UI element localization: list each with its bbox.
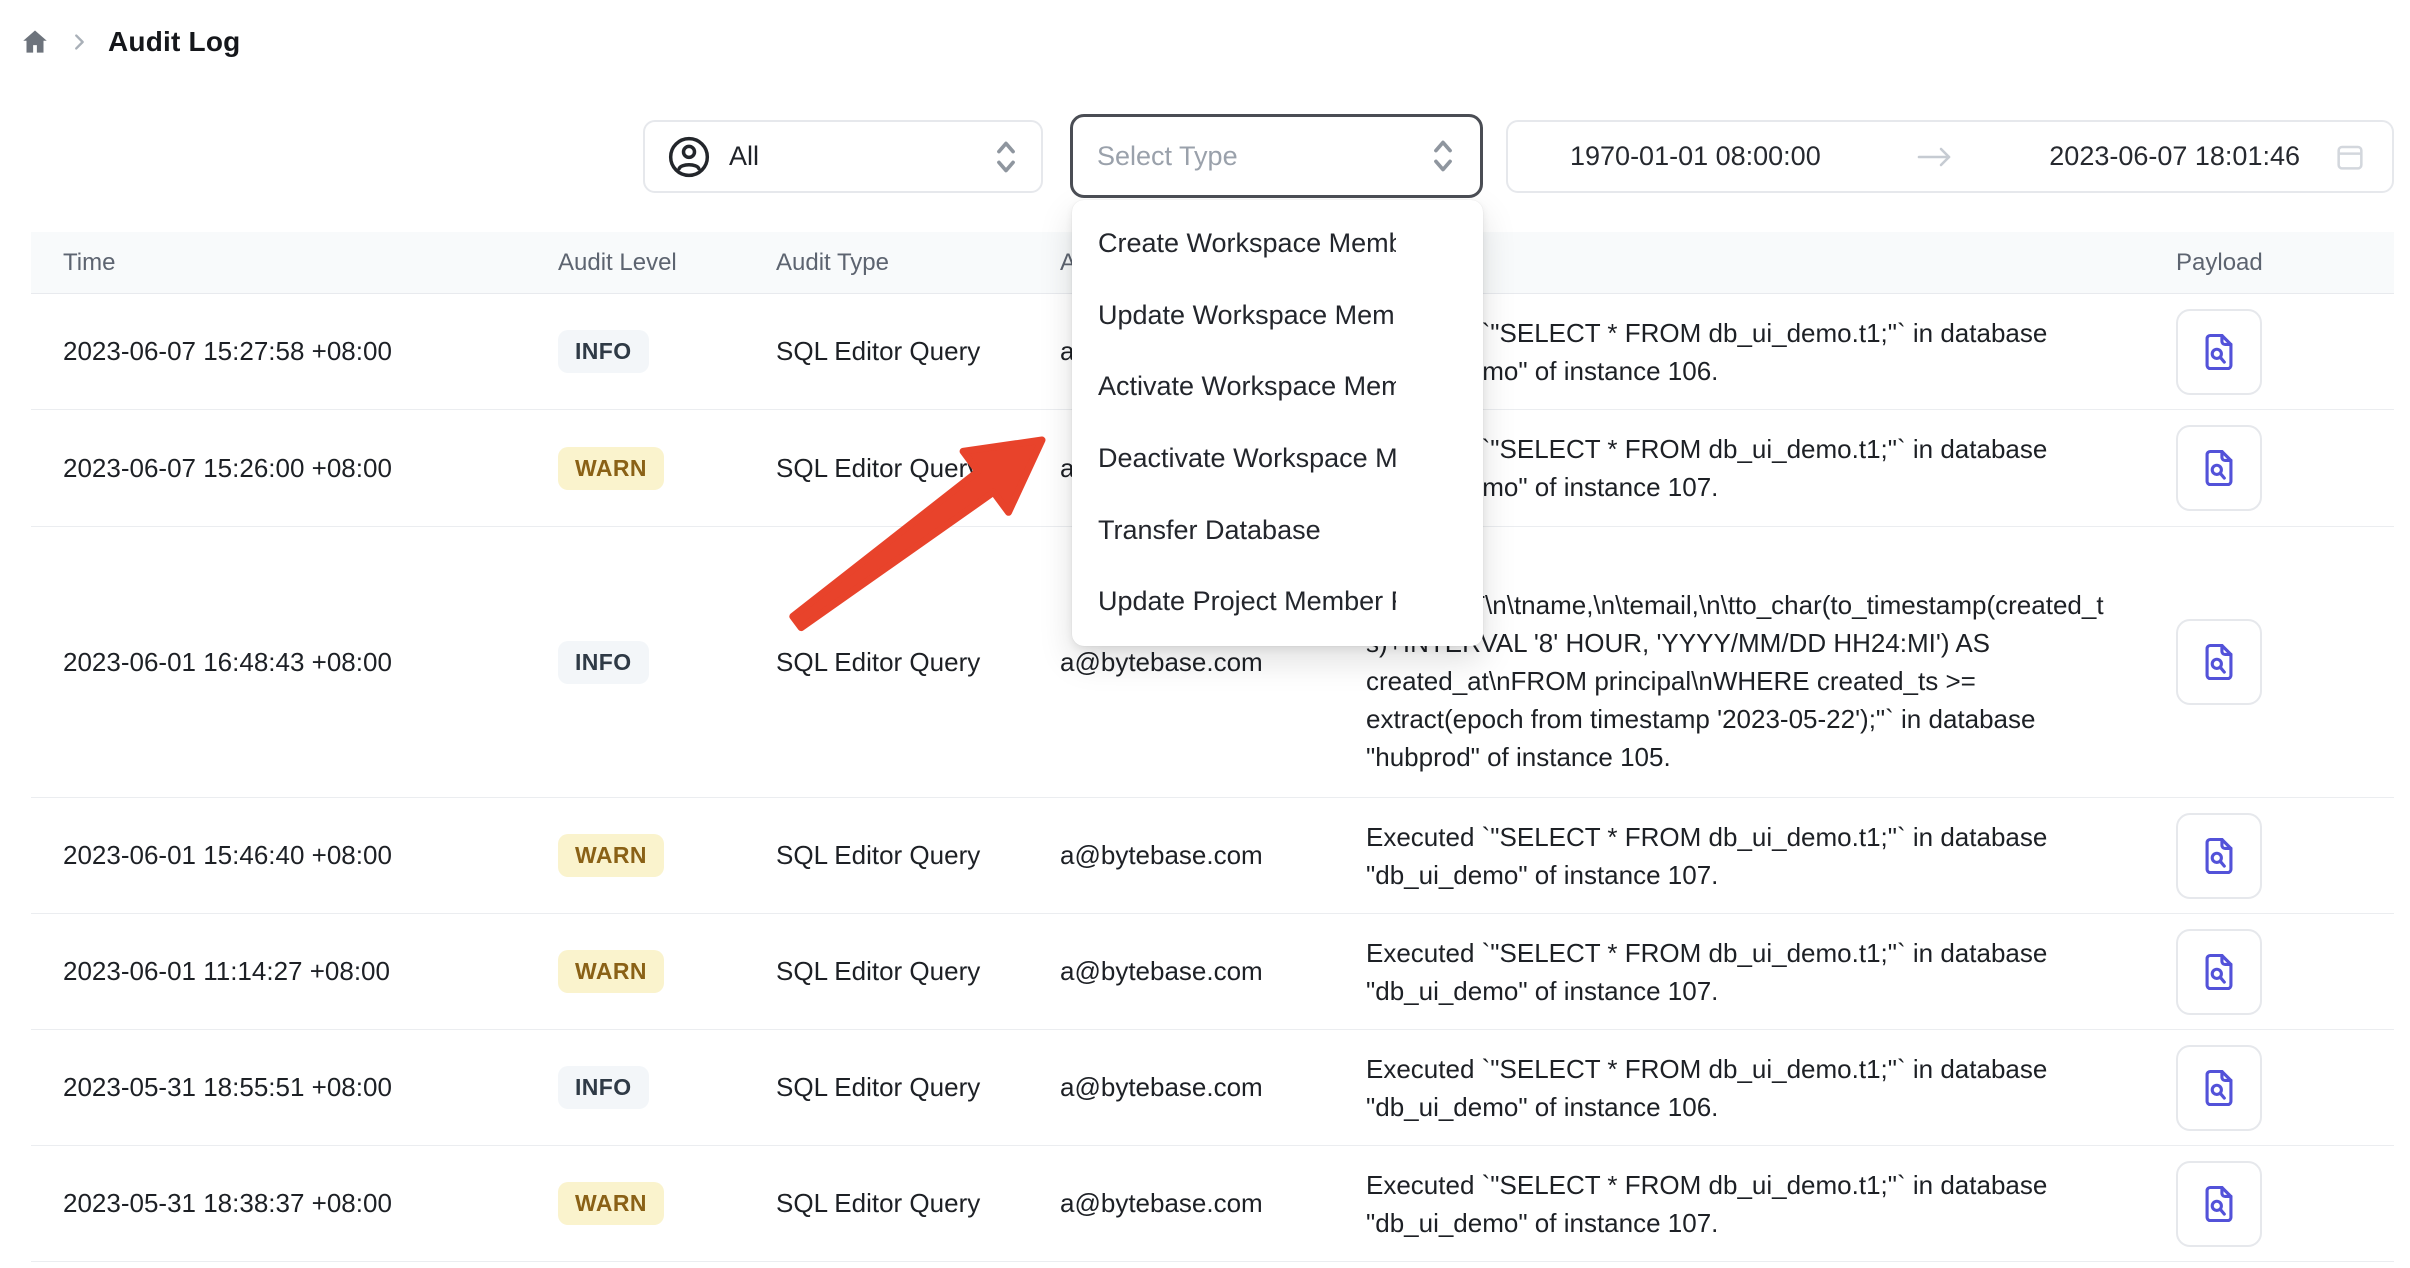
time-cell: 2023-06-01 11:14:27 +08:00 xyxy=(63,956,558,987)
column-header-audit-type: Audit Type xyxy=(776,249,1060,277)
file-search-icon xyxy=(2197,948,2241,996)
menu-item-deactivate-workspace-member[interactable]: Deactivate Workspace Member xyxy=(1072,423,1483,495)
audit-level-badge: INFO xyxy=(558,641,649,684)
up-down-chevrons-icon xyxy=(993,137,1019,177)
page-title: Audit Log xyxy=(108,26,240,58)
audit-level-badge: WARN xyxy=(558,447,664,490)
view-payload-button[interactable] xyxy=(2176,1161,2262,1247)
file-search-icon xyxy=(2197,444,2241,492)
view-payload-button[interactable] xyxy=(2176,813,2262,899)
table-row: 2023-06-01 15:46:40 +08:00 WARN SQL Edit… xyxy=(31,798,2394,914)
audit-type-cell: SQL Editor Query xyxy=(776,1072,1060,1103)
time-cell: 2023-05-31 18:55:51 +08:00 xyxy=(63,1072,558,1103)
comment-cell: Executed `"SELECT * FROM db_ui_demo.t1;"… xyxy=(1366,1166,2126,1242)
table-row: 2023-06-01 11:14:27 +08:00 WARN SQL Edit… xyxy=(31,914,2394,1030)
actor-cell: a@bytebase.com xyxy=(1060,840,1366,871)
actor-filter-value: All xyxy=(729,141,975,172)
menu-item-update-project-member-role[interactable]: Update Project Member Role xyxy=(1072,566,1483,638)
time-cell: 2023-06-07 15:26:00 +08:00 xyxy=(63,453,558,484)
actor-cell: a@bytebase.com xyxy=(1060,1188,1366,1219)
file-search-icon xyxy=(2197,328,2241,376)
file-search-icon xyxy=(2197,832,2241,880)
audit-type-cell: SQL Editor Query xyxy=(776,453,1060,484)
menu-item-transfer-database[interactable]: Transfer Database xyxy=(1072,494,1483,566)
person-circle-icon xyxy=(667,135,711,179)
table-row: 2023-05-31 18:55:51 +08:00 INFO SQL Edit… xyxy=(31,1030,2394,1146)
menu-item-create-workspace-member[interactable]: Create Workspace Member xyxy=(1072,208,1483,280)
comment-cell: Executed `"SELECT * FROM db_ui_demo.t1;"… xyxy=(1366,934,2126,1010)
file-search-icon xyxy=(2197,1064,2241,1112)
calendar-icon xyxy=(2334,141,2366,173)
actor-filter-select[interactable]: All xyxy=(643,120,1043,193)
arrow-right-icon xyxy=(1915,143,1955,171)
comment-cell: Executed `"SELECT * FROM db_ui_demo.t1;"… xyxy=(1366,1050,2126,1126)
actor-cell: a@bytebase.com xyxy=(1060,647,1366,678)
time-cell: 2023-06-01 16:48:43 +08:00 xyxy=(63,647,558,678)
audit-type-select[interactable]: Select Type xyxy=(1070,114,1483,198)
file-search-icon xyxy=(2197,638,2241,686)
actor-cell: a@bytebase.com xyxy=(1060,956,1366,987)
menu-item-activate-workspace-member[interactable]: Activate Workspace Member xyxy=(1072,351,1483,423)
date-range-end[interactable]: 2023-06-07 18:01:46 xyxy=(2049,141,2300,172)
up-down-chevrons-icon xyxy=(1430,136,1456,176)
date-range-picker[interactable]: 1970-01-01 08:00:00 2023-06-07 18:01:46 xyxy=(1506,120,2394,193)
audit-level-badge: WARN xyxy=(558,834,664,877)
audit-type-cell: SQL Editor Query xyxy=(776,840,1060,871)
home-icon[interactable] xyxy=(20,27,50,57)
view-payload-button[interactable] xyxy=(2176,425,2262,511)
menu-item-update-workspace-member[interactable]: Update Workspace Member xyxy=(1072,280,1483,352)
column-header-payload: Payload xyxy=(2126,249,2394,277)
file-search-icon xyxy=(2197,1180,2241,1228)
view-payload-button[interactable] xyxy=(2176,309,2262,395)
breadcrumb: Audit Log xyxy=(20,26,240,58)
column-header-time: Time xyxy=(63,249,558,277)
time-cell: 2023-06-01 15:46:40 +08:00 xyxy=(63,840,558,871)
audit-log-page: Audit Log All Select Type 1970-01-01 08:… xyxy=(0,0,2410,1268)
date-range-start[interactable]: 1970-01-01 08:00:00 xyxy=(1570,141,1821,172)
time-cell: 2023-05-31 18:38:37 +08:00 xyxy=(63,1188,558,1219)
comment-cell: Executed `"SELECT * FROM db_ui_demo.t1;"… xyxy=(1366,818,2126,894)
audit-type-dropdown-menu: Create Workspace Member Update Workspace… xyxy=(1072,200,1483,646)
audit-type-cell: SQL Editor Query xyxy=(776,1188,1060,1219)
audit-type-cell: SQL Editor Query xyxy=(776,956,1060,987)
audit-type-placeholder: Select Type xyxy=(1097,141,1430,172)
actor-cell: a@bytebase.com xyxy=(1060,1072,1366,1103)
audit-level-badge: INFO xyxy=(558,1066,649,1109)
audit-level-badge: WARN xyxy=(558,1182,664,1225)
table-row: 2023-05-31 18:38:37 +08:00 WARN SQL Edit… xyxy=(31,1146,2394,1262)
audit-level-badge: WARN xyxy=(558,950,664,993)
audit-level-badge: INFO xyxy=(558,330,649,373)
view-payload-button[interactable] xyxy=(2176,1045,2262,1131)
audit-type-cell: SQL Editor Query xyxy=(776,336,1060,367)
view-payload-button[interactable] xyxy=(2176,619,2262,705)
chevron-right-icon xyxy=(68,31,90,53)
view-payload-button[interactable] xyxy=(2176,929,2262,1015)
column-header-audit-level: Audit Level xyxy=(558,249,776,277)
audit-type-cell: SQL Editor Query xyxy=(776,647,1060,678)
time-cell: 2023-06-07 15:27:58 +08:00 xyxy=(63,336,558,367)
